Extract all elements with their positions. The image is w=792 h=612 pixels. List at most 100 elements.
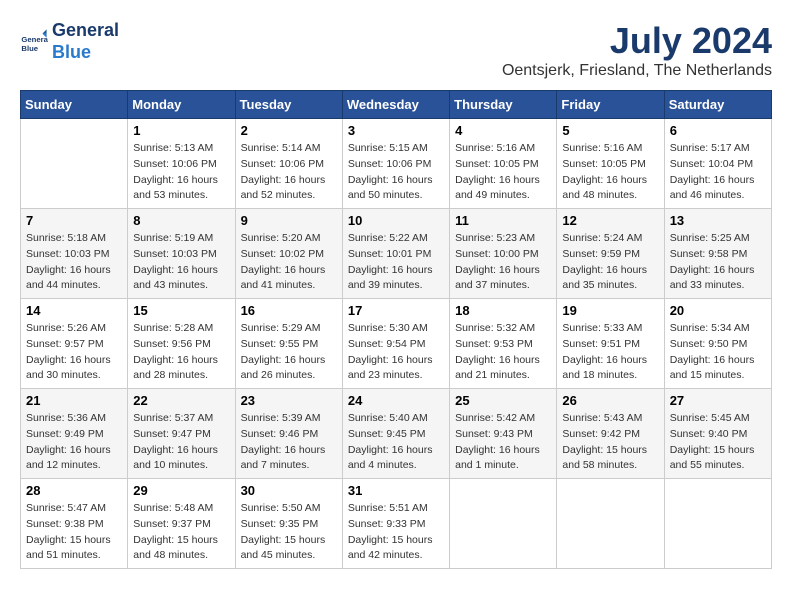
week-row-2: 7 Sunrise: 5:18 AM Sunset: 10:03 PM Dayli… bbox=[21, 209, 772, 299]
week-row-1: 1 Sunrise: 5:13 AM Sunset: 10:06 PM Dayli… bbox=[21, 119, 772, 209]
day-cell: 28Sunrise: 5:47 AM Sunset: 9:38 PM Dayli… bbox=[21, 479, 128, 569]
day-info: Sunrise: 5:42 AM Sunset: 9:43 PM Dayligh… bbox=[455, 411, 551, 474]
day-cell: 11 Sunrise: 5:23 AM Sunset: 10:00 PM Dayl… bbox=[450, 209, 557, 299]
day-cell: 16 Sunrise: 5:29 AM Sunset: 9:55 PM Dayli… bbox=[235, 299, 342, 389]
day-info: Sunrise: 5:45 AM Sunset: 9:40 PM Dayligh… bbox=[670, 411, 766, 474]
logo-icon: General Blue bbox=[20, 28, 48, 56]
header-cell-tuesday: Tuesday bbox=[235, 91, 342, 119]
day-info: Sunrise: 5:33 AM Sunset: 9:51 PM Dayligh… bbox=[562, 321, 658, 384]
title-block: July 2024 Oentsjerk, Friesland, The Neth… bbox=[502, 20, 772, 80]
day-number: 19 bbox=[562, 303, 658, 318]
day-info: Sunrise: 5:22 AM Sunset: 10:01 PM Daylig… bbox=[348, 231, 444, 294]
page-header: General Blue General Blue July 2024 Oent… bbox=[20, 20, 772, 80]
day-cell bbox=[450, 479, 557, 569]
day-number: 23 bbox=[241, 393, 337, 408]
day-number: 13 bbox=[670, 213, 766, 228]
day-cell: 22 Sunrise: 5:37 AM Sunset: 9:47 PM Dayli… bbox=[128, 389, 235, 479]
day-cell: 15 Sunrise: 5:28 AM Sunset: 9:56 PM Dayli… bbox=[128, 299, 235, 389]
day-info: Sunrise: 5:51 AM Sunset: 9:33 PM Dayligh… bbox=[348, 501, 444, 564]
day-cell: 14 Sunrise: 5:26 AM Sunset: 9:57 PM Dayli… bbox=[21, 299, 128, 389]
day-number: 18 bbox=[455, 303, 551, 318]
calendar-header-row: SundayMondayTuesdayWednesdayThursdayFrid… bbox=[21, 91, 772, 119]
day-info: Sunrise: 5:29 AM Sunset: 9:55 PM Dayligh… bbox=[241, 321, 337, 384]
day-info: Sunrise: 5:18 AM Sunset: 10:03 PM Daylig… bbox=[26, 231, 122, 294]
svg-text:Blue: Blue bbox=[21, 44, 38, 53]
day-number: 24 bbox=[348, 393, 444, 408]
day-number: 16 bbox=[241, 303, 337, 318]
day-number: 27 bbox=[670, 393, 766, 408]
day-number: 22 bbox=[133, 393, 229, 408]
day-cell: 27 Sunrise: 5:45 AM Sunset: 9:40 PM Dayli… bbox=[664, 389, 771, 479]
day-number: 28 bbox=[26, 483, 122, 498]
day-number: 4 bbox=[455, 123, 551, 138]
day-cell: 10 Sunrise: 5:22 AM Sunset: 10:01 PM Dayl… bbox=[342, 209, 449, 299]
day-number: 5 bbox=[562, 123, 658, 138]
day-cell: 8 Sunrise: 5:19 AM Sunset: 10:03 PM Dayli… bbox=[128, 209, 235, 299]
day-number: 11 bbox=[455, 213, 551, 228]
calendar-table: SundayMondayTuesdayWednesdayThursdayFrid… bbox=[20, 90, 772, 569]
header-cell-wednesday: Wednesday bbox=[342, 91, 449, 119]
day-cell: 6Sunrise: 5:17 AM Sunset: 10:04 PM Dayli… bbox=[664, 119, 771, 209]
day-info: Sunrise: 5:40 AM Sunset: 9:45 PM Dayligh… bbox=[348, 411, 444, 474]
week-row-3: 14 Sunrise: 5:26 AM Sunset: 9:57 PM Dayli… bbox=[21, 299, 772, 389]
day-cell: 20Sunrise: 5:34 AM Sunset: 9:50 PM Dayli… bbox=[664, 299, 771, 389]
calendar-body: 1 Sunrise: 5:13 AM Sunset: 10:06 PM Dayli… bbox=[21, 119, 772, 569]
location-subtitle: Oentsjerk, Friesland, The Netherlands bbox=[502, 62, 772, 80]
day-cell: 26Sunrise: 5:43 AM Sunset: 9:42 PM Dayli… bbox=[557, 389, 664, 479]
day-info: Sunrise: 5:30 AM Sunset: 9:54 PM Dayligh… bbox=[348, 321, 444, 384]
header-cell-monday: Monday bbox=[128, 91, 235, 119]
day-info: Sunrise: 5:26 AM Sunset: 9:57 PM Dayligh… bbox=[26, 321, 122, 384]
svg-text:General: General bbox=[21, 35, 48, 44]
day-cell: 5 Sunrise: 5:16 AM Sunset: 10:05 PM Dayli… bbox=[557, 119, 664, 209]
day-info: Sunrise: 5:13 AM Sunset: 10:06 PM Daylig… bbox=[133, 141, 229, 204]
day-number: 7 bbox=[26, 213, 122, 228]
day-number: 30 bbox=[241, 483, 337, 498]
day-info: Sunrise: 5:50 AM Sunset: 9:35 PM Dayligh… bbox=[241, 501, 337, 564]
day-number: 2 bbox=[241, 123, 337, 138]
day-cell: 25 Sunrise: 5:42 AM Sunset: 9:43 PM Dayli… bbox=[450, 389, 557, 479]
day-cell: 23Sunrise: 5:39 AM Sunset: 9:46 PM Dayli… bbox=[235, 389, 342, 479]
day-cell: 1 Sunrise: 5:13 AM Sunset: 10:06 PM Dayli… bbox=[128, 119, 235, 209]
day-cell: 19 Sunrise: 5:33 AM Sunset: 9:51 PM Dayli… bbox=[557, 299, 664, 389]
day-cell: 7 Sunrise: 5:18 AM Sunset: 10:03 PM Dayli… bbox=[21, 209, 128, 299]
day-number: 8 bbox=[133, 213, 229, 228]
week-row-4: 21 Sunrise: 5:36 AM Sunset: 9:49 PM Dayli… bbox=[21, 389, 772, 479]
day-cell: 31 Sunrise: 5:51 AM Sunset: 9:33 PM Dayli… bbox=[342, 479, 449, 569]
day-number: 15 bbox=[133, 303, 229, 318]
day-number: 3 bbox=[348, 123, 444, 138]
day-number: 6 bbox=[670, 123, 766, 138]
day-info: Sunrise: 5:43 AM Sunset: 9:42 PM Dayligh… bbox=[562, 411, 658, 474]
day-info: Sunrise: 5:32 AM Sunset: 9:53 PM Dayligh… bbox=[455, 321, 551, 384]
day-info: Sunrise: 5:24 AM Sunset: 9:59 PM Dayligh… bbox=[562, 231, 658, 294]
day-cell bbox=[21, 119, 128, 209]
day-number: 12 bbox=[562, 213, 658, 228]
day-cell: 2 Sunrise: 5:14 AM Sunset: 10:06 PM Dayli… bbox=[235, 119, 342, 209]
day-cell: 3Sunrise: 5:15 AM Sunset: 10:06 PM Dayli… bbox=[342, 119, 449, 209]
day-cell: 18 Sunrise: 5:32 AM Sunset: 9:53 PM Dayli… bbox=[450, 299, 557, 389]
day-number: 20 bbox=[670, 303, 766, 318]
week-row-5: 28Sunrise: 5:47 AM Sunset: 9:38 PM Dayli… bbox=[21, 479, 772, 569]
day-cell: 30 Sunrise: 5:50 AM Sunset: 9:35 PM Dayli… bbox=[235, 479, 342, 569]
day-number: 25 bbox=[455, 393, 551, 408]
day-info: Sunrise: 5:19 AM Sunset: 10:03 PM Daylig… bbox=[133, 231, 229, 294]
day-info: Sunrise: 5:14 AM Sunset: 10:06 PM Daylig… bbox=[241, 141, 337, 204]
day-number: 31 bbox=[348, 483, 444, 498]
header-cell-saturday: Saturday bbox=[664, 91, 771, 119]
day-cell bbox=[557, 479, 664, 569]
day-info: Sunrise: 5:28 AM Sunset: 9:56 PM Dayligh… bbox=[133, 321, 229, 384]
logo-text: General Blue bbox=[52, 20, 119, 63]
day-cell: 9Sunrise: 5:20 AM Sunset: 10:02 PM Dayli… bbox=[235, 209, 342, 299]
day-info: Sunrise: 5:36 AM Sunset: 9:49 PM Dayligh… bbox=[26, 411, 122, 474]
day-info: Sunrise: 5:23 AM Sunset: 10:00 PM Daylig… bbox=[455, 231, 551, 294]
day-info: Sunrise: 5:25 AM Sunset: 9:58 PM Dayligh… bbox=[670, 231, 766, 294]
day-number: 29 bbox=[133, 483, 229, 498]
day-number: 10 bbox=[348, 213, 444, 228]
day-cell: 4 Sunrise: 5:16 AM Sunset: 10:05 PM Dayli… bbox=[450, 119, 557, 209]
day-number: 14 bbox=[26, 303, 122, 318]
day-info: Sunrise: 5:16 AM Sunset: 10:05 PM Daylig… bbox=[455, 141, 551, 204]
day-info: Sunrise: 5:16 AM Sunset: 10:05 PM Daylig… bbox=[562, 141, 658, 204]
day-number: 1 bbox=[133, 123, 229, 138]
day-info: Sunrise: 5:20 AM Sunset: 10:02 PM Daylig… bbox=[241, 231, 337, 294]
day-info: Sunrise: 5:37 AM Sunset: 9:47 PM Dayligh… bbox=[133, 411, 229, 474]
day-number: 21 bbox=[26, 393, 122, 408]
